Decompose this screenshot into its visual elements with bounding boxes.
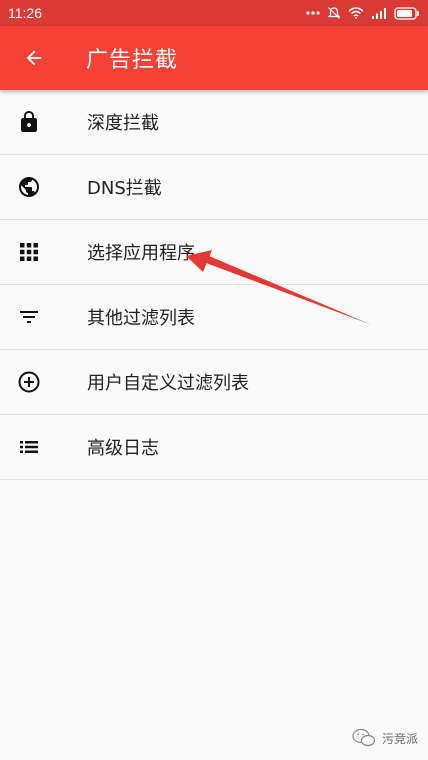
list-icon (17, 435, 41, 459)
app-bar: 广告拦截 (0, 26, 428, 90)
mute-bell-icon (327, 7, 341, 19)
wechat-logo-icon (352, 728, 376, 747)
more-dots-icon (306, 11, 320, 15)
filter-icon (17, 305, 41, 329)
menu-item-label: 选择应用程序 (87, 243, 195, 264)
page-title: 广告拦截 (86, 48, 179, 73)
back-button[interactable] (22, 46, 46, 70)
menu-item-label: 用户自定义过滤列表 (87, 373, 249, 394)
watermark-text: 污竞派 (381, 731, 418, 746)
menu-item-other-filter-lists[interactable]: 其他过滤列表 (0, 285, 428, 350)
back-arrow-icon (26, 50, 42, 66)
menu-item-advanced-log[interactable]: 高级日志 (0, 415, 428, 480)
menu-item-user-filter-lists[interactable]: 用户自定义过滤列表 (0, 350, 428, 415)
signal-icon (372, 8, 386, 19)
globe-icon (17, 175, 41, 199)
menu-list: 深度拦截 DNS拦截 选择应用程序 其他过滤列表 用户自定义过滤列表 高级日志 (0, 90, 428, 480)
menu-item-deep-blocking[interactable]: 深度拦截 (0, 90, 428, 155)
menu-item-label: 其他过滤列表 (87, 308, 195, 329)
menu-item-select-apps[interactable]: 选择应用程序 (0, 220, 428, 285)
lock-icon (17, 110, 41, 134)
watermark: 污竞派 (352, 728, 418, 748)
menu-item-dns-blocking[interactable]: DNS拦截 (0, 155, 428, 220)
menu-item-label: DNS拦截 (87, 178, 162, 199)
menu-item-label: 高级日志 (87, 438, 159, 459)
status-time: 11:26 (8, 5, 42, 21)
add-circle-icon (17, 370, 41, 394)
battery-icon (394, 6, 419, 20)
status-bar: 11:26 (0, 0, 428, 26)
grid-apps-icon (17, 240, 41, 264)
menu-item-label: 深度拦截 (87, 113, 159, 134)
wifi-icon (348, 7, 364, 19)
status-icons (306, 6, 420, 20)
